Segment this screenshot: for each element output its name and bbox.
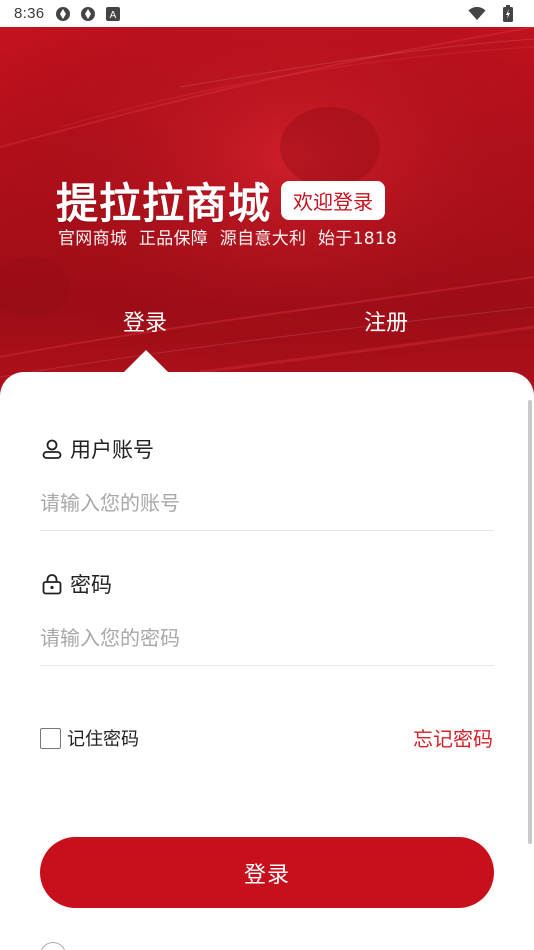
svg-text:A: A [110, 10, 117, 21]
active-tab-pointer [124, 350, 168, 372]
password-label-text: 密码 [70, 573, 112, 597]
remember-password[interactable]: 记住密码 [40, 725, 139, 751]
auth-tabs: 登录 注册 [0, 305, 534, 345]
agreement-row [40, 940, 494, 950]
status-bar: 8:36 A [0, 0, 534, 27]
password-input[interactable] [40, 611, 494, 666]
account-input[interactable] [40, 476, 494, 531]
remember-checkbox[interactable] [40, 727, 61, 749]
brand-slogan: 官网商城 正品保障 源自意大利 始于1818 [58, 229, 398, 249]
lock-icon [40, 572, 64, 596]
account-label-text: 用户账号 [70, 438, 154, 462]
remember-label: 记住密码 [67, 729, 139, 750]
login-button[interactable]: 登录 [40, 837, 494, 908]
wifi-icon [468, 5, 486, 23]
tab-login[interactable]: 登录 [123, 305, 167, 337]
text-a-icon: A [104, 5, 122, 23]
welcome-badge: 欢迎登录 [281, 181, 386, 220]
agreement-radio[interactable] [40, 942, 66, 950]
brand-title: 提拉拉商城 [56, 179, 272, 228]
brand: 提拉拉商城 欢迎登录 [56, 170, 386, 231]
password-label: 密码 [40, 569, 112, 599]
forgot-password-link[interactable]: 忘记密码 [413, 723, 493, 752]
battery-icon [499, 5, 517, 23]
tab-register[interactable]: 注册 [364, 305, 408, 337]
app-notification-icon [54, 5, 72, 23]
scrollbar[interactable] [528, 400, 532, 844]
app-notification-icon [79, 5, 97, 23]
status-time: 8:36 [14, 5, 45, 22]
user-icon [40, 437, 64, 461]
hero-banner: 提拉拉商城 欢迎登录 官网商城 正品保障 源自意大利 始于1818 登录 注册 [0, 27, 534, 400]
account-label: 用户账号 [40, 434, 154, 464]
